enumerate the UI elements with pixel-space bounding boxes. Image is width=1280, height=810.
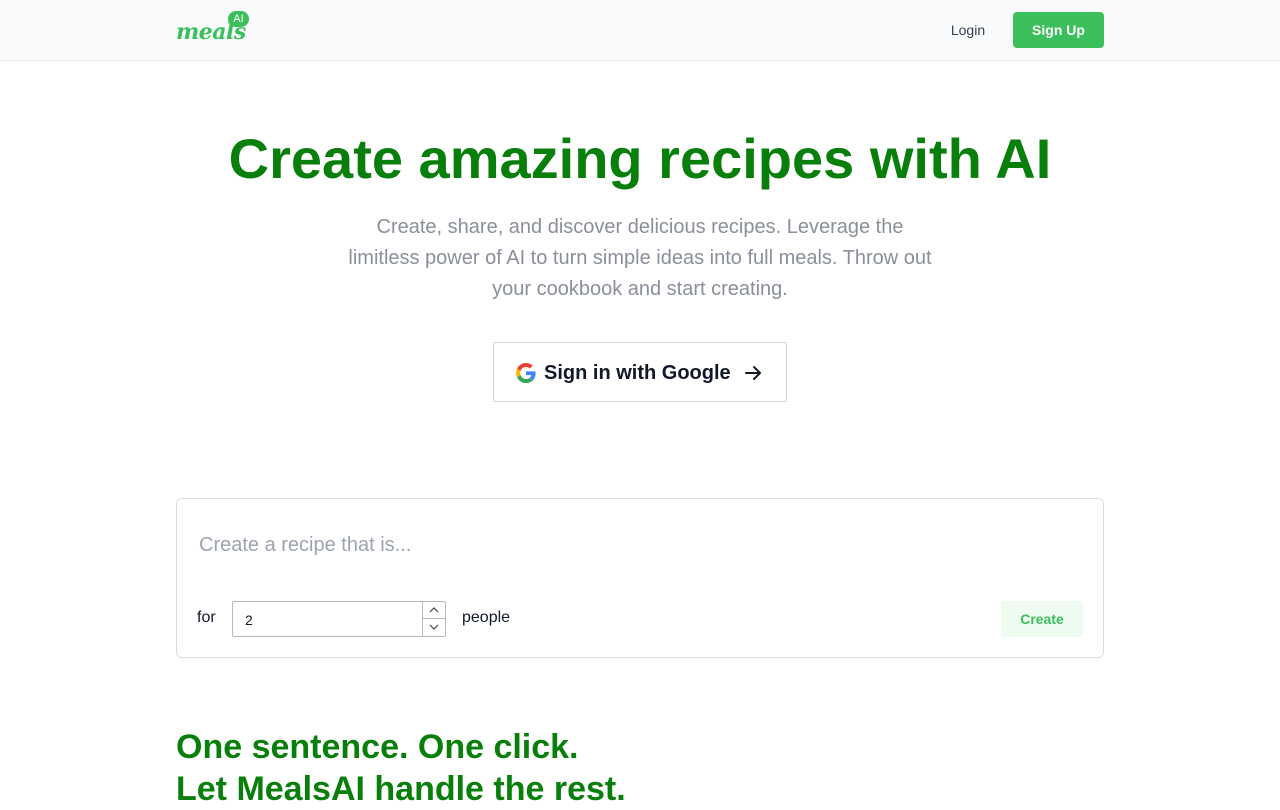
recipe-creator-card: for 2 people Create	[176, 498, 1104, 658]
create-recipe-button[interactable]: Create	[1001, 601, 1083, 637]
people-label: people	[462, 609, 511, 626]
chevron-down-icon	[429, 624, 439, 630]
login-link[interactable]: Login	[941, 20, 995, 40]
tagline-line-1: One sentence. One click.	[176, 728, 579, 766]
servings-stepper	[422, 602, 445, 636]
hero-title: Create amazing recipes with AI	[228, 127, 1052, 190]
logo-ai-badge: AI	[228, 11, 249, 27]
sign-in-with-google-button[interactable]: Sign in with Google	[493, 342, 787, 402]
for-label: for	[197, 609, 216, 626]
stepper-increment-button[interactable]	[423, 602, 445, 619]
top-navbar: meals AI Login Sign Up	[0, 0, 1280, 61]
recipe-prompt-input[interactable]	[187, 525, 1067, 565]
sign-up-button[interactable]: Sign Up	[1013, 12, 1104, 48]
stepper-decrement-button[interactable]	[423, 619, 445, 636]
hero-subtitle: Create, share, and discover delicious re…	[348, 216, 932, 300]
mealsai-logo[interactable]: meals AI	[176, 10, 256, 44]
tagline-heading: One sentence. One click. Let MealsAI han…	[176, 726, 626, 810]
chevron-up-icon	[429, 607, 439, 613]
google-button-label: Sign in with Google	[544, 362, 731, 384]
google-g-icon	[516, 363, 536, 383]
tagline-line-2: Let MealsAI handle the rest.	[176, 770, 626, 808]
arrow-right-icon	[745, 366, 761, 380]
servings-number-input[interactable]: 2	[232, 601, 446, 637]
servings-value: 2	[245, 612, 253, 628]
